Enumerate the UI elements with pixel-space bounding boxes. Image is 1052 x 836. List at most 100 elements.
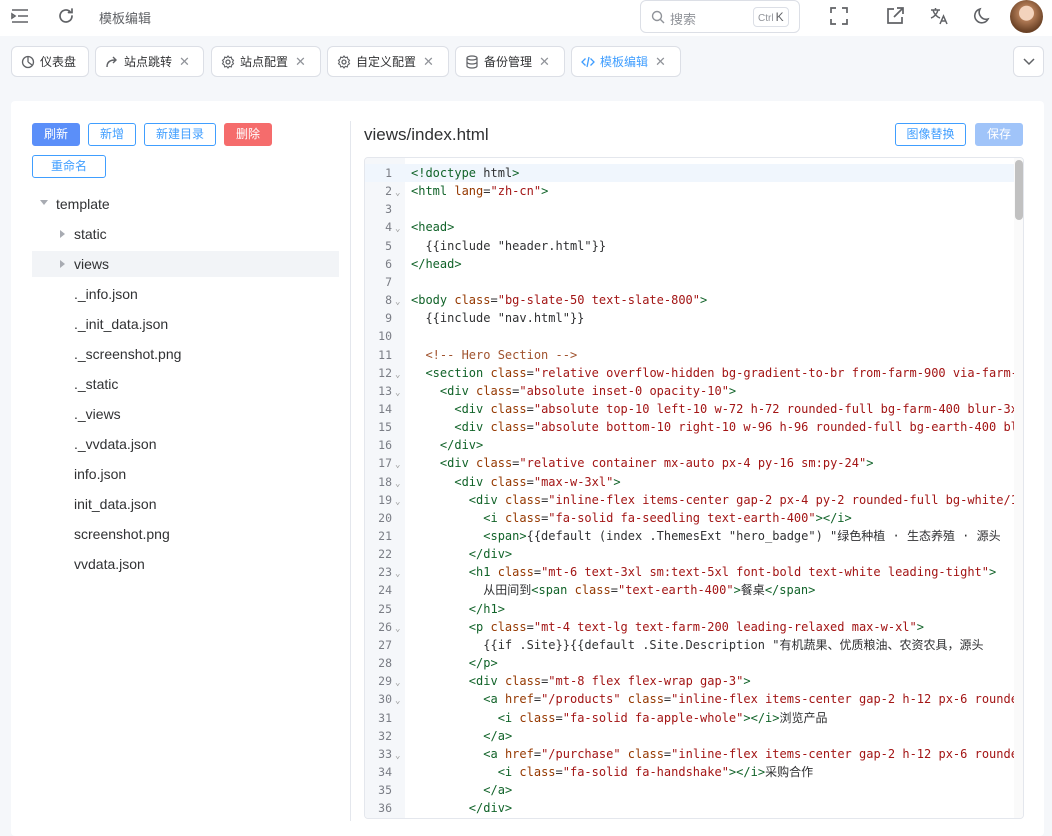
code-line[interactable]: 6 </head>	[365, 255, 1023, 273]
scrollbar-thumb[interactable]	[1015, 160, 1023, 220]
code-line[interactable]: 10	[365, 327, 1023, 345]
tree-file[interactable]: init_data.json	[32, 491, 339, 517]
rename-button[interactable]: 重命名	[32, 155, 106, 178]
code-line[interactable]: 16 </div>	[365, 436, 1023, 454]
close-icon[interactable]: ✕	[655, 54, 666, 70]
code-line[interactable]: 15 <div class="absolute bottom-10 right-…	[365, 418, 1023, 436]
tree-file[interactable]: vvdata.json	[32, 551, 339, 577]
code-line[interactable]: 12 ⌄ <section class="relative overflow-hi…	[365, 364, 1023, 382]
code-line[interactable]: 5 {{include "header.html"}}	[365, 237, 1023, 255]
code-line[interactable]: 3	[365, 200, 1023, 218]
line-number: 6	[385, 256, 392, 271]
code-line[interactable]: 25 </h1>	[365, 600, 1023, 618]
code-line[interactable]: 24 从田间到<span class="text-earth-400">餐桌</…	[365, 581, 1023, 599]
code-text: {{if .Site}}{{default .Site.Description …	[411, 637, 984, 652]
code-line[interactable]: 7	[365, 273, 1023, 291]
tree-file[interactable]: ._views	[32, 401, 339, 427]
top-bar: 模板编辑 搜索 Ctrl K	[0, 0, 1052, 36]
close-icon[interactable]: ✕	[423, 54, 434, 70]
fullscreen-icon[interactable]	[829, 6, 849, 26]
tree-file[interactable]: ._screenshot.png	[32, 341, 339, 367]
panel-divider	[350, 121, 351, 821]
code-line[interactable]: 29 ⌄ <div class="mt-8 flex flex-wrap gap-…	[365, 672, 1023, 690]
code-line[interactable]: 26 ⌄ <p class="mt-4 text-lg text-farm-200…	[365, 618, 1023, 636]
caret-down-icon	[40, 200, 48, 205]
code-line[interactable]: 4 ⌄ <head>	[365, 218, 1023, 236]
code-line[interactable]: 20 <i class="fa-solid fa-seedling text-e…	[365, 509, 1023, 527]
code-line[interactable]: 18 ⌄ <div class="max-w-3xl">	[365, 473, 1023, 491]
save-button[interactable]: 保存	[975, 123, 1023, 146]
code-line[interactable]: 14 <div class="absolute top-10 left-10 w…	[365, 400, 1023, 418]
close-icon[interactable]: ✕	[295, 54, 306, 70]
dark-mode-icon[interactable]	[973, 6, 993, 26]
tree-file[interactable]: ._static	[32, 371, 339, 397]
tree-file[interactable]: ._info.json	[32, 281, 339, 307]
line-number: 32	[378, 728, 392, 743]
tree-folder[interactable]: views	[32, 251, 339, 277]
code-line[interactable]: 33 ⌄ <a href="/purchase" class="inline-fl…	[365, 745, 1023, 763]
code-line[interactable]: 22 </div>	[365, 545, 1023, 563]
tab-custom-config[interactable]: 自定义配置 ✕	[327, 46, 449, 77]
code-line[interactable]: 30 ⌄ <a href="/products" class="inline-fl…	[365, 690, 1023, 708]
tree-root[interactable]: template	[32, 191, 339, 217]
code-line[interactable]: 19 ⌄ <div class="inline-flex items-center…	[365, 491, 1023, 509]
line-number: 23	[378, 565, 392, 580]
code-text: </p>	[468, 656, 498, 671]
editor-scrollbar[interactable]	[1014, 158, 1023, 818]
tree-file[interactable]: info.json	[32, 461, 339, 487]
code-line[interactable]: 2 ⌄ <html lang="zh-cn">	[365, 182, 1023, 200]
code-text: <!doctype html>	[411, 166, 520, 180]
search-icon	[651, 10, 665, 24]
line-number: 28	[378, 656, 392, 671]
code-text: <span>{{default (index .ThemesExt "hero_…	[483, 529, 1001, 543]
menu-fold-icon[interactable]	[11, 7, 29, 25]
tab-template-edit[interactable]: 模板编辑 ✕	[571, 46, 681, 77]
avatar[interactable]	[1010, 0, 1043, 33]
code-text: </div>	[439, 438, 484, 453]
line-number: 1	[385, 166, 392, 180]
line-number: 20	[378, 510, 392, 525]
code-line[interactable]: 32 </a>	[365, 727, 1023, 745]
code-line[interactable]: 13 ⌄ <div class="absolute inset-0 opacity…	[365, 382, 1023, 400]
code-line[interactable]: 27 {{if .Site}}{{default .Site.Descripti…	[365, 636, 1023, 654]
tab-backup[interactable]: 备份管理 ✕	[455, 46, 565, 77]
code-line[interactable]: 1 <!doctype html>	[365, 164, 1023, 183]
code-line[interactable]: 9 {{include "nav.html"}}	[365, 309, 1023, 327]
code-line[interactable]: 28 </p>	[365, 654, 1023, 672]
image-replace-button[interactable]: 图像替换	[895, 123, 966, 146]
line-number: 35	[378, 783, 392, 798]
code-line[interactable]: 11 <!-- Hero Section -->	[365, 346, 1023, 364]
code-line[interactable]: 36 </div>	[365, 799, 1023, 817]
external-link-icon[interactable]	[885, 6, 905, 26]
code-text: <html lang="zh-cn">	[411, 184, 549, 199]
code-editor[interactable]: 1 <!doctype html> 2 ⌄ <html lang="zh-cn"> 3 4 ⌄…	[364, 157, 1024, 819]
tree-file[interactable]: ._init_data.json	[32, 311, 339, 337]
refresh-icon[interactable]	[56, 6, 76, 26]
search-input[interactable]: 搜索 Ctrl K	[640, 0, 800, 33]
code-line[interactable]: 31 <i class="fa-solid fa-apple-whole"></…	[365, 709, 1023, 727]
add-button[interactable]: 新增	[88, 123, 136, 146]
line-number: 9	[385, 311, 392, 326]
code-line[interactable]: 8 ⌄ <body class="bg-slate-50 text-slate-80…	[365, 291, 1023, 309]
gear-icon	[337, 54, 351, 69]
code-line[interactable]: 17 ⌄ <div class="relative container mx-au…	[365, 454, 1023, 472]
code-line[interactable]: 21 <span>{{default (index .ThemesExt "he…	[365, 527, 1023, 545]
translate-icon[interactable]	[929, 6, 949, 26]
tab-bar: 仪表盘 站点跳转 ✕ 站点配置 ✕ 自定义配置 ✕ 备份管理 ✕ 模板编辑 ✕	[0, 44, 1052, 80]
tab-dashboard[interactable]: 仪表盘	[11, 46, 89, 77]
code-line[interactable]: 34 <i class="fa-solid fa-handshake"></i>…	[365, 763, 1023, 781]
code-line[interactable]: 35 </a>	[365, 781, 1023, 799]
delete-button[interactable]: 删除	[224, 123, 272, 146]
tab-site-redirect[interactable]: 站点跳转 ✕	[95, 46, 204, 77]
code-line[interactable]: 23 ⌄ <h1 class="mt-6 text-3xl sm:text-5xl…	[365, 563, 1023, 581]
close-icon[interactable]: ✕	[539, 54, 550, 70]
tree-file[interactable]: ._vvdata.json	[32, 431, 339, 457]
new-directory-button[interactable]: 新建目录	[144, 123, 216, 146]
tree-folder[interactable]: static	[32, 221, 339, 247]
tree-file[interactable]: screenshot.png	[32, 521, 339, 547]
refresh-button[interactable]: 刷新	[32, 123, 80, 146]
tab-site-config[interactable]: 站点配置 ✕	[211, 46, 321, 77]
line-number: 13	[378, 383, 392, 398]
close-icon[interactable]: ✕	[179, 54, 190, 70]
tabs-more-button[interactable]	[1013, 46, 1044, 77]
